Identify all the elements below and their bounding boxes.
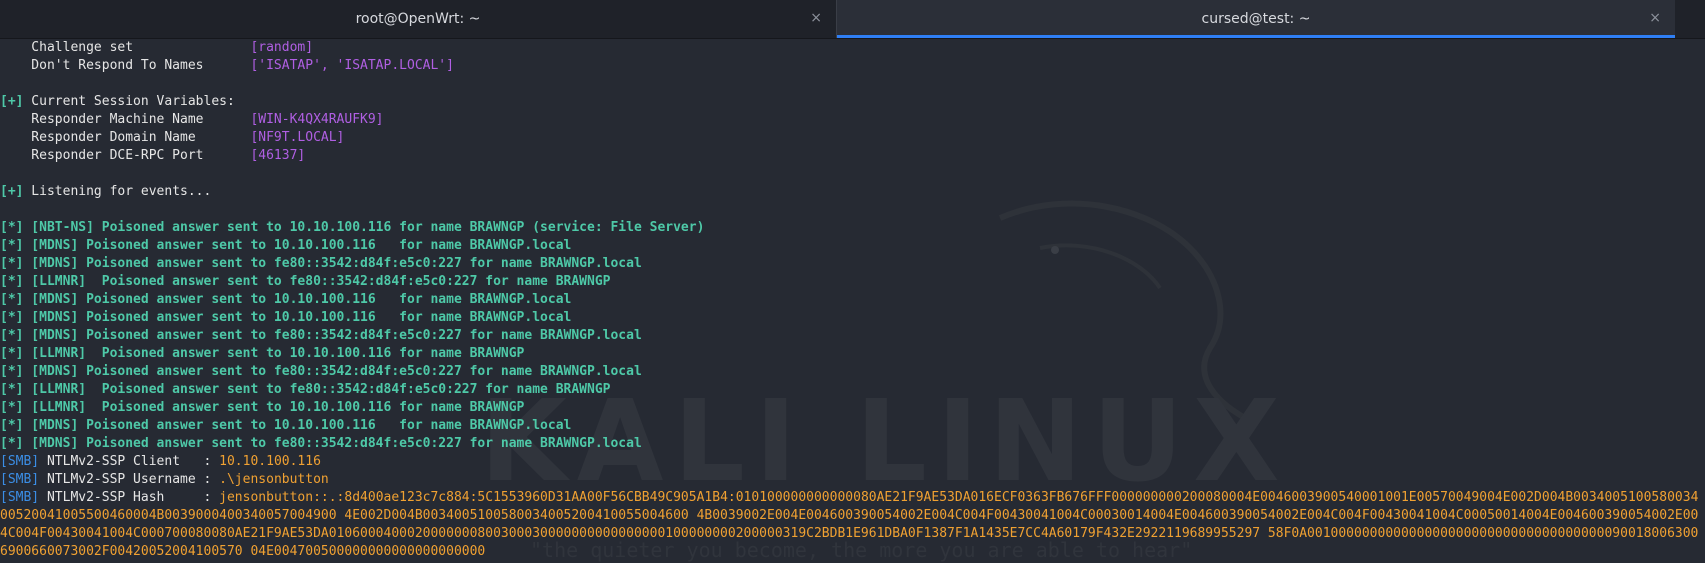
close-icon[interactable]: × [810,10,822,26]
event-line: [*] [LLMNR] Poisoned answer sent to 10.1… [0,400,525,415]
event-line: [*] [MDNS] Poisoned answer sent to fe80:… [0,436,642,451]
listening-line: [+] Listening for events... [0,184,212,199]
event-line: [*] [MDNS] Poisoned answer sent to 10.10… [0,292,572,307]
session-domain-name: Responder Domain Name [NF9T.LOCAL] [0,130,345,145]
event-line: [*] [LLMNR] Poisoned answer sent to fe80… [0,382,611,397]
smb-client-line: [SMB] NTLMv2-SSP Client : 10.10.100.116 [0,454,321,469]
event-line: [*] [LLMNR] Poisoned answer sent to fe80… [0,274,611,289]
tab-root-openwrt[interactable]: root@OpenWrt: ~ × [0,0,837,38]
event-line: [*] [MDNS] Poisoned answer sent to 10.10… [0,418,572,433]
terminal-output[interactable]: KALI LINUX Challenge set [random] Don't … [0,38,1705,563]
tab-title: root@OpenWrt: ~ [355,11,481,27]
session-machine-name: Responder Machine Name [WIN-K4QX4RAUFK9] [0,112,384,127]
config-dont-respond: Don't Respond To Names ['ISATAP', 'ISATA… [0,58,454,73]
tab-title: cursed@test: ~ [1201,11,1311,27]
tab-bar: root@OpenWrt: ~ × cursed@test: ~ × [0,0,1705,39]
event-line: [*] [MDNS] Poisoned answer sent to fe80:… [0,364,642,379]
event-line: [*] [MDNS] Poisoned answer sent to fe80:… [0,328,642,343]
tab-cursed-test[interactable]: cursed@test: ~ × [837,0,1675,38]
event-line: [*] [MDNS] Poisoned answer sent to 10.10… [0,238,572,253]
config-challenge-set: Challenge set [random] [0,40,314,55]
event-line: [*] [MDNS] Poisoned answer sent to fe80:… [0,256,642,271]
close-icon[interactable]: × [1649,10,1661,26]
tab-bar-filler [1675,0,1705,38]
session-dce-rpc-port: Responder DCE-RPC Port [46137] [0,148,306,163]
event-line: [*] [MDNS] Poisoned answer sent to 10.10… [0,310,572,325]
smb-hash-line: [SMB] NTLMv2-SSP Hash : jensonbutton::.:… [0,490,1699,559]
event-line: [*] [NBT-NS] Poisoned answer sent to 10.… [0,220,705,235]
session-header: [+] Current Session Variables: [0,94,235,109]
event-line: [*] [LLMNR] Poisoned answer sent to 10.1… [0,346,525,361]
smb-username-line: [SMB] NTLMv2-SSP Username : .\jensonbutt… [0,472,329,487]
